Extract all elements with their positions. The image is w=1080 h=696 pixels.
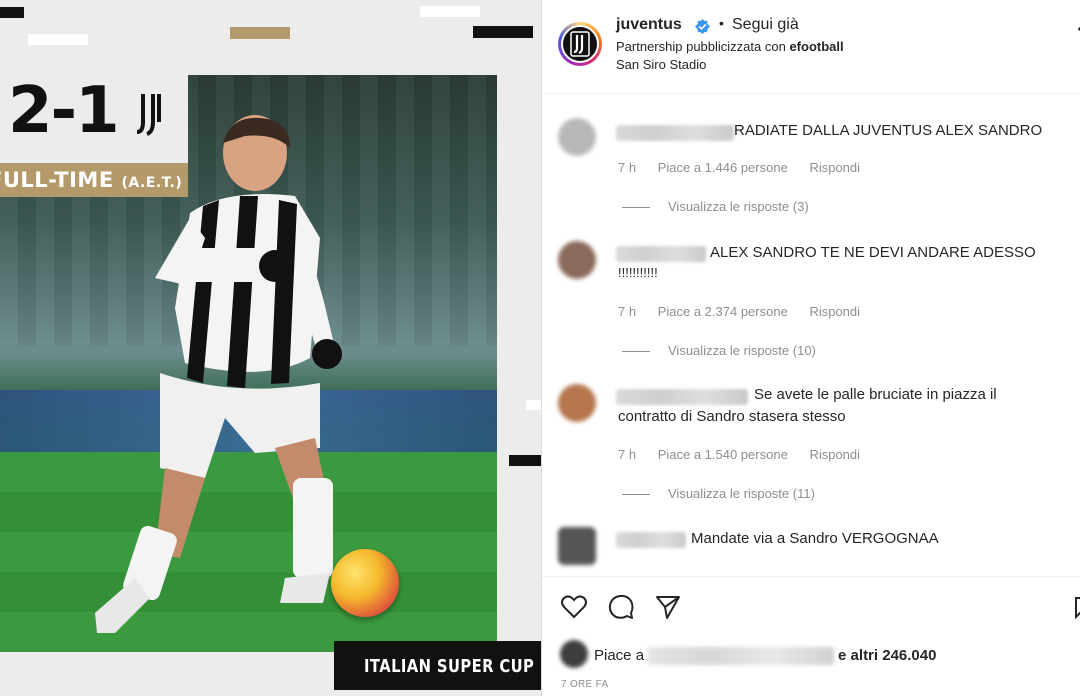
decorative-bar [473, 26, 533, 38]
likes-prefix: Piace a [594, 647, 645, 664]
comment-text: RADIATE DALLA JUVENTUS ALEX SANDRO [734, 122, 1043, 139]
view-replies-label: Visualizza le risposte (10) [668, 343, 816, 358]
partnership-prefix: Partnership pubblicizzata con [616, 39, 790, 54]
commenter-avatar[interactable] [558, 527, 596, 565]
paid-partnership-label: Partnership pubblicizzata con efootball [616, 39, 844, 54]
decorative-bar [526, 400, 541, 410]
comment-text: Mandate via a Sandro VERGOGNAA [691, 530, 939, 547]
decorative-bar [420, 6, 480, 17]
heart-icon[interactable] [560, 593, 588, 621]
decorative-bar [230, 27, 290, 39]
account-username[interactable]: juventus [616, 16, 682, 34]
football [331, 549, 399, 617]
comment-meta: 7 h Piace a 1.446 persone Rispondi [618, 160, 878, 175]
view-replies-button[interactable]: Visualizza le risposte (3) [622, 199, 809, 214]
follow-button[interactable]: Segui già [732, 16, 799, 34]
competition-label: ITALIAN SUPER CUP [364, 656, 535, 677]
comment-meta: 7 h Piace a 1.540 persone Rispondi [618, 447, 878, 462]
reply-button[interactable]: Rispondi [809, 160, 860, 175]
comment-meta: 7 h Piace a 2.374 persone Rispondi [618, 304, 878, 319]
partner-link[interactable]: efootball [789, 39, 843, 54]
decorative-bar [509, 455, 541, 466]
replies-divider [622, 351, 650, 353]
commenter-avatar[interactable] [558, 118, 596, 156]
commenter-avatar[interactable] [558, 384, 596, 422]
commenter-username-blurred[interactable] [616, 389, 748, 405]
profile-avatar[interactable] [558, 22, 602, 66]
comment-time: 7 h [618, 447, 637, 462]
commenter-username-blurred[interactable] [616, 246, 706, 262]
comment-likes[interactable]: Piace a 2.374 persone [658, 304, 788, 319]
replies-divider [622, 207, 650, 209]
comments-list[interactable]: RADIATE DALLA JUVENTUS ALEX SANDRO 7 h P… [542, 95, 1080, 573]
view-replies-button[interactable]: Visualizza le risposte (10) [622, 343, 816, 358]
player-figure [95, 115, 342, 633]
share-icon[interactable] [654, 593, 682, 621]
view-replies-label: Visualizza le risposte (11) [668, 486, 815, 501]
view-replies-label: Visualizza le risposte (3) [668, 199, 809, 214]
more-options-icon[interactable] [1070, 22, 1080, 44]
view-replies-button[interactable]: Visualizza le risposte (11) [622, 486, 815, 501]
post-sidebar: juventus • Segui già Partnership pubblic… [541, 0, 1080, 696]
post-image[interactable]: 2-1 FULL-TIME (A.E.T.) ITALIAN SUPER CUP [0, 0, 541, 696]
commenter-username-blurred[interactable] [616, 532, 686, 548]
post-header: juventus • Segui già Partnership pubblic… [542, 0, 1080, 94]
bookmark-icon[interactable] [1074, 593, 1080, 621]
location-link[interactable]: San Siro Stadio [616, 57, 706, 72]
post-timestamp: 7 ORE FA [561, 679, 609, 690]
commenter-username-blurred[interactable] [616, 125, 734, 141]
comment-likes[interactable]: Piace a 1.540 persone [658, 447, 788, 462]
comment-text: ALEX SANDRO TE NE DEVI ANDARE ADESSO [710, 244, 1036, 261]
separator-dot: • [719, 15, 724, 31]
comment-text: Se avete le palle bruciate in piazza il [754, 386, 997, 403]
comment-text-line2: !!!!!!!!!!! [618, 265, 658, 280]
commenter-avatar[interactable] [558, 241, 596, 279]
reply-button[interactable]: Rispondi [809, 447, 860, 462]
liker-username-blurred[interactable] [648, 647, 835, 666]
decorative-bar [28, 34, 88, 45]
avatar [561, 25, 599, 63]
likes-summary[interactable]: Piace a e altri 246.040 [594, 647, 937, 666]
comment-time: 7 h [618, 160, 637, 175]
decorative-bar [0, 7, 24, 18]
post-actions: Piace a e altri 246.040 7 ORE FA [542, 576, 1080, 696]
comment-likes[interactable]: Piace a 1.446 persone [658, 160, 788, 175]
verified-badge-icon [695, 19, 710, 34]
reply-button[interactable]: Rispondi [809, 304, 860, 319]
liker-avatar[interactable] [560, 640, 588, 668]
likes-count: e altri 246.040 [838, 647, 937, 664]
comment-text-line2: contratto di Sandro stasera stesso [618, 408, 846, 425]
juventus-logo-icon [570, 31, 590, 57]
comment-time: 7 h [618, 304, 637, 319]
replies-divider [622, 494, 650, 496]
comment-icon[interactable] [607, 593, 635, 621]
